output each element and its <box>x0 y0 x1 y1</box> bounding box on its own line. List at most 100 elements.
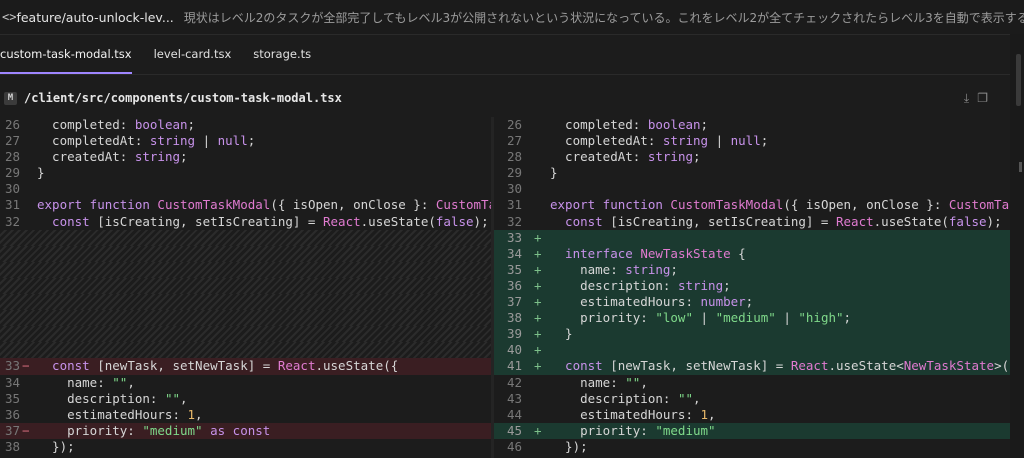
placeholder-line[interactable] <box>0 326 491 343</box>
tab-custom-task-modal[interactable]: custom-task-modal.tsx <box>0 34 132 74</box>
code-line[interactable]: 26 completed: boolean; <box>494 117 1010 133</box>
code-token: .useState( <box>873 213 949 229</box>
code-text: estimatedHours: 1, <box>550 407 715 423</box>
placeholder-line[interactable] <box>0 294 491 311</box>
code-token: { <box>730 245 746 261</box>
placeholder-line[interactable] <box>0 261 491 278</box>
code-token: boolean <box>647 117 701 132</box>
copy-icon[interactable]: ❐ <box>977 91 988 106</box>
code-line[interactable]: 31 export function CustomTaskModal({ isOp… <box>0 197 491 213</box>
code-line[interactable]: 35 description: "", <box>0 391 491 407</box>
editor-scrollbar[interactable] <box>1010 34 1024 458</box>
code-token: React <box>836 213 874 229</box>
code-token: "" <box>625 374 641 390</box>
code-line[interactable]: 43 description: "", <box>494 391 1010 407</box>
code-text: } <box>550 326 573 342</box>
code-line[interactable]: 27 completedAt: string | null; <box>0 133 491 149</box>
code-token: "high" <box>798 310 844 326</box>
deleted-marker: − <box>22 358 30 374</box>
code-token: [newTask, setNewTask] = <box>97 358 278 374</box>
code-token: CustomTaskModal <box>670 197 784 213</box>
added-line[interactable]: 35 + name: string; <box>494 261 1010 278</box>
code-token: NewTaskState <box>640 245 731 261</box>
code-line[interactable]: 30 <box>494 181 1010 197</box>
code-text: createdAt: string; <box>550 149 700 165</box>
added-line[interactable]: 40 + <box>494 342 1010 359</box>
tab-storage[interactable]: storage.ts <box>253 34 311 74</box>
code-line[interactable]: 28 createdAt: string; <box>0 149 491 165</box>
code-line[interactable]: 29} <box>0 165 491 181</box>
code-text: } <box>550 165 558 181</box>
added-line[interactable]: 37 + estimatedHours: number; <box>494 294 1010 311</box>
code-text: priority: "low" | "medium" | "high"; <box>550 310 851 326</box>
placeholder-line[interactable] <box>0 277 491 295</box>
code-token: string <box>149 133 196 149</box>
code-token: "" <box>112 374 128 390</box>
download-icon[interactable]: ⤓ <box>964 91 969 106</box>
code-token: string <box>677 277 724 293</box>
code-line[interactable]: 38 }); <box>0 439 491 455</box>
diff-right-pane[interactable]: 26 completed: boolean; 27 completedAt: st… <box>494 117 1010 458</box>
code-line[interactable]: 28 createdAt: string; <box>494 149 1010 165</box>
code-line[interactable]: 30 <box>0 181 491 197</box>
code-token: as const <box>202 422 271 438</box>
added-line[interactable]: 34 + interface NewTaskState { <box>494 245 1010 262</box>
code-line[interactable]: 26 completed: boolean; <box>0 117 491 133</box>
placeholder-line[interactable] <box>0 342 491 359</box>
code-token: .useState( <box>360 213 436 229</box>
code-text: completedAt: string | null; <box>550 133 768 149</box>
added-line[interactable]: 41 + const [newTask, setNewTask] = React.… <box>494 358 1010 375</box>
code-token: completed: <box>37 117 135 132</box>
line-number: 43 <box>506 390 522 406</box>
code-token: string <box>625 261 671 277</box>
code-token: string <box>662 133 709 149</box>
code-token: ; <box>745 294 754 310</box>
code-token: priority: <box>550 310 656 326</box>
code-line[interactable]: 42 name: "", <box>494 375 1010 391</box>
code-token: createdAt: <box>550 149 648 165</box>
code-line[interactable]: 34 name: "", <box>0 375 491 391</box>
code-token: ; <box>180 149 188 165</box>
line-number: 36 <box>506 277 522 293</box>
code-token: | <box>693 310 716 326</box>
branch-name[interactable]: feature/auto-unlock-lev... <box>16 10 173 25</box>
placeholder-line[interactable] <box>0 245 491 262</box>
placeholder-line[interactable] <box>0 229 491 246</box>
code-token: React <box>277 358 316 374</box>
placeholder-line[interactable] <box>0 310 491 327</box>
code-text: export function CustomTaskModal({ isOpen… <box>37 197 491 213</box>
code-token: React <box>790 358 829 374</box>
code-line[interactable]: 29} <box>494 165 1010 181</box>
code-token: , <box>180 390 188 406</box>
code-token: } <box>550 165 558 181</box>
code-text: completedAt: string | null; <box>37 133 255 149</box>
code-token: CustomTaskModa <box>948 197 1010 213</box>
code-text: const [newTask, setNewTask] = React.useS… <box>37 358 398 374</box>
deleted-line[interactable]: 33− const [newTask, setNewTask] = React.… <box>0 358 491 375</box>
code-text: } <box>37 165 45 181</box>
added-line[interactable]: 45 + priority: "medium" <box>494 422 1010 439</box>
added-line[interactable]: 36 + description: string; <box>494 277 1010 295</box>
deleted-line[interactable]: 37− priority: "medium" as const <box>0 422 491 439</box>
line-number: 35 <box>4 390 20 406</box>
file-tabs: custom-task-modal.tsx level-card.tsx sto… <box>0 34 1010 75</box>
added-marker: + <box>534 310 542 326</box>
code-token: CustomTaskModa <box>435 197 491 213</box>
added-line[interactable]: 33 + <box>494 229 1010 246</box>
added-marker: + <box>534 261 542 277</box>
code-line[interactable]: 32 const [isCreating, setIsCreating] = R… <box>494 214 1010 230</box>
diff-left-pane[interactable]: 26 completed: boolean; 27 completedAt: st… <box>0 117 491 458</box>
code-line[interactable]: 44 estimatedHours: 1, <box>494 407 1010 423</box>
added-line[interactable]: 39 + } <box>494 326 1010 343</box>
line-number: 31 <box>506 197 522 213</box>
code-token: export function <box>37 197 158 213</box>
line-number: 26 <box>4 117 20 132</box>
code-line[interactable]: 36 estimatedHours: 1, <box>0 407 491 423</box>
code-line[interactable]: 46 }); <box>494 439 1010 455</box>
tab-level-card[interactable]: level-card.tsx <box>154 34 232 74</box>
code-line[interactable]: 32 const [isCreating, setIsCreating] = R… <box>0 214 491 230</box>
added-line[interactable]: 38 + priority: "low" | "medium" | "high"; <box>494 310 1010 327</box>
code-line[interactable]: 31 export function CustomTaskModal({ isOp… <box>494 197 1010 213</box>
scrollbar-thumb[interactable] <box>1016 54 1021 106</box>
code-line[interactable]: 27 completedAt: string | null; <box>494 133 1010 149</box>
